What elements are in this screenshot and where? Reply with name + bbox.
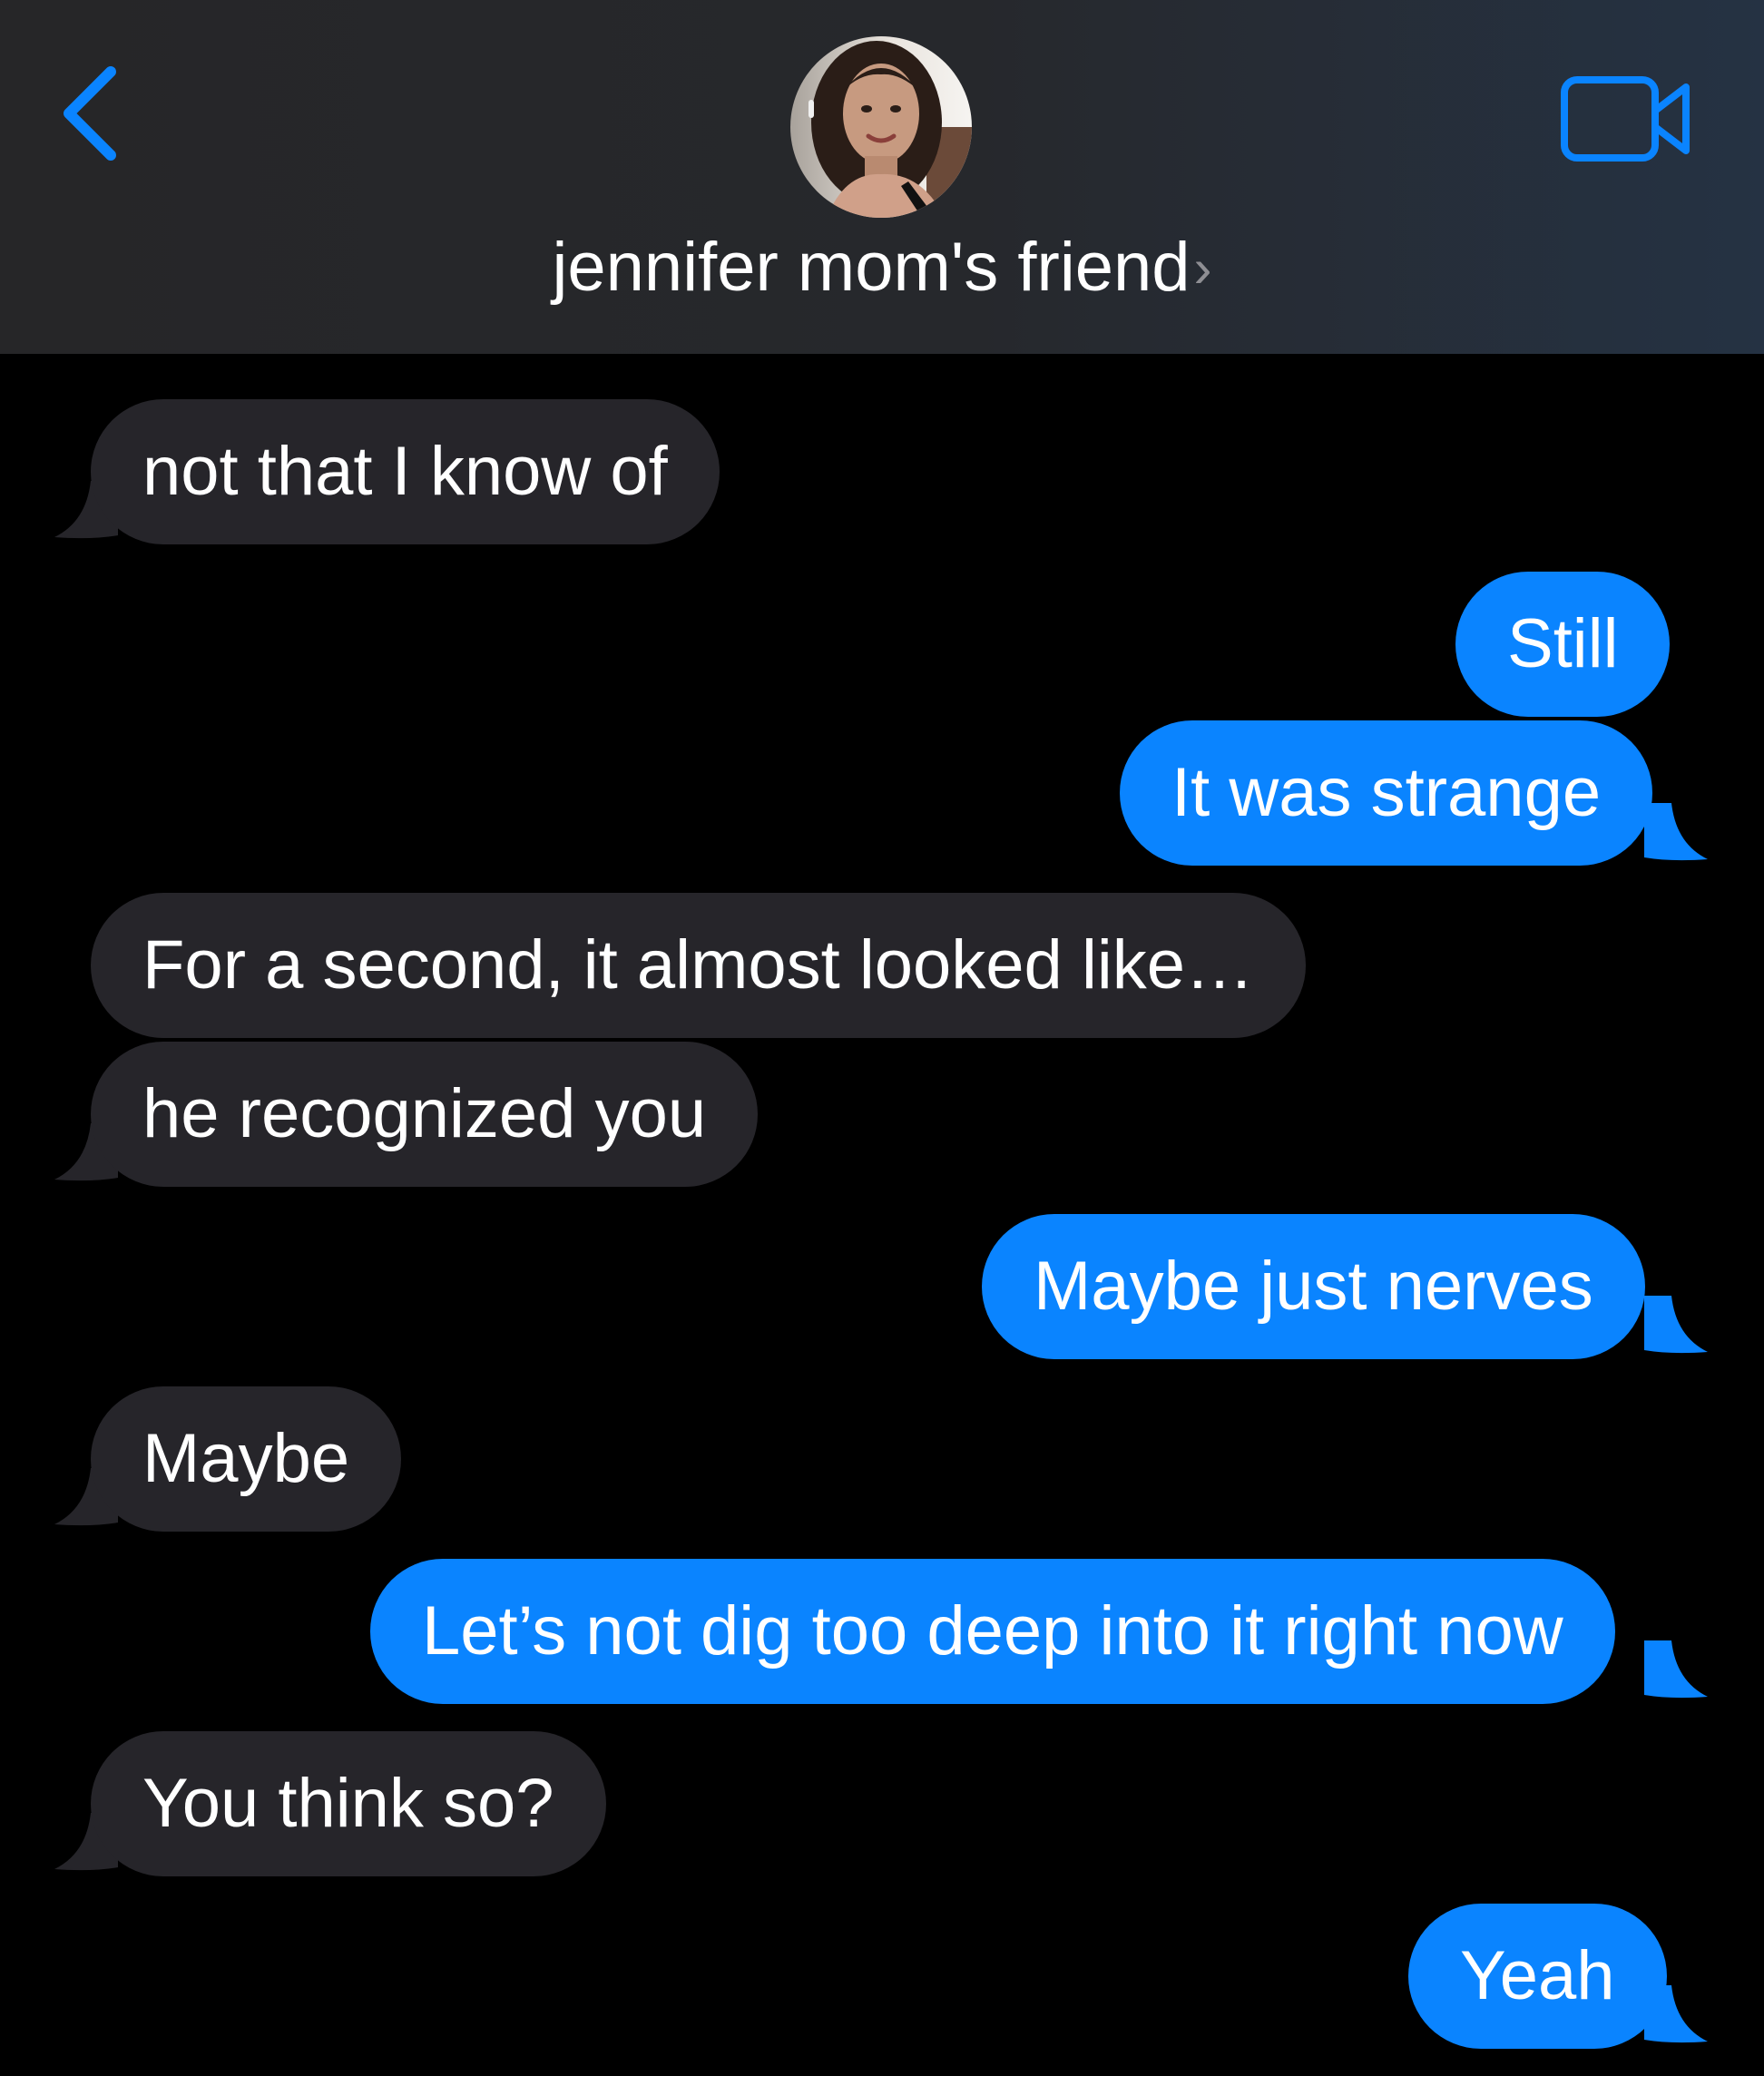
contact-avatar[interactable] [790,36,972,218]
outgoing-message[interactable]: Maybe just nerves [982,1214,1645,1359]
incoming-message[interactable]: For a second, it almost looked like… [91,893,1306,1038]
facetime-video-button[interactable] [1559,69,1695,169]
message-text: Let’s not dig too deep into it right now [422,1592,1563,1670]
chevron-right-icon: › [1193,238,1212,299]
bubble-tail [1644,1640,1708,1699]
message-text: You think so? [142,1765,554,1842]
outgoing-message[interactable]: Yeah [1408,1904,1667,2049]
message-text: Maybe just nerves [1034,1248,1593,1325]
message-text: Maybe [142,1420,350,1497]
outgoing-message[interactable]: It was strange [1120,720,1653,866]
outgoing-message[interactable]: Let’s not dig too deep into it right now [370,1559,1615,1704]
back-button[interactable] [54,59,127,168]
chevron-left-icon [64,66,116,161]
message-text: Yeah [1460,1937,1615,2014]
contact-name-label: jennifer mom's friend [552,229,1191,306]
message-text: he recognized you [142,1075,707,1152]
message-text: It was strange [1171,754,1602,831]
incoming-message[interactable]: not that I know of [91,399,720,544]
bubble-tail [1644,803,1708,861]
outgoing-message[interactable]: Still [1455,572,1671,717]
incoming-message[interactable]: You think so? [91,1731,606,1876]
incoming-message[interactable]: Maybe [91,1386,402,1532]
bubble-tail [1644,1296,1708,1354]
message-text: For a second, it almost looked like… [142,926,1254,1004]
avatar-photo [790,36,972,218]
message-text: Still [1507,605,1619,682]
conversation-header: jennifer mom's friend› [0,0,1764,354]
video-camera-icon [1561,76,1690,162]
contact-name[interactable]: jennifer mom's friend› [0,227,1764,308]
message-text: not that I know of [142,433,668,510]
incoming-message[interactable]: he recognized you [91,1042,759,1187]
